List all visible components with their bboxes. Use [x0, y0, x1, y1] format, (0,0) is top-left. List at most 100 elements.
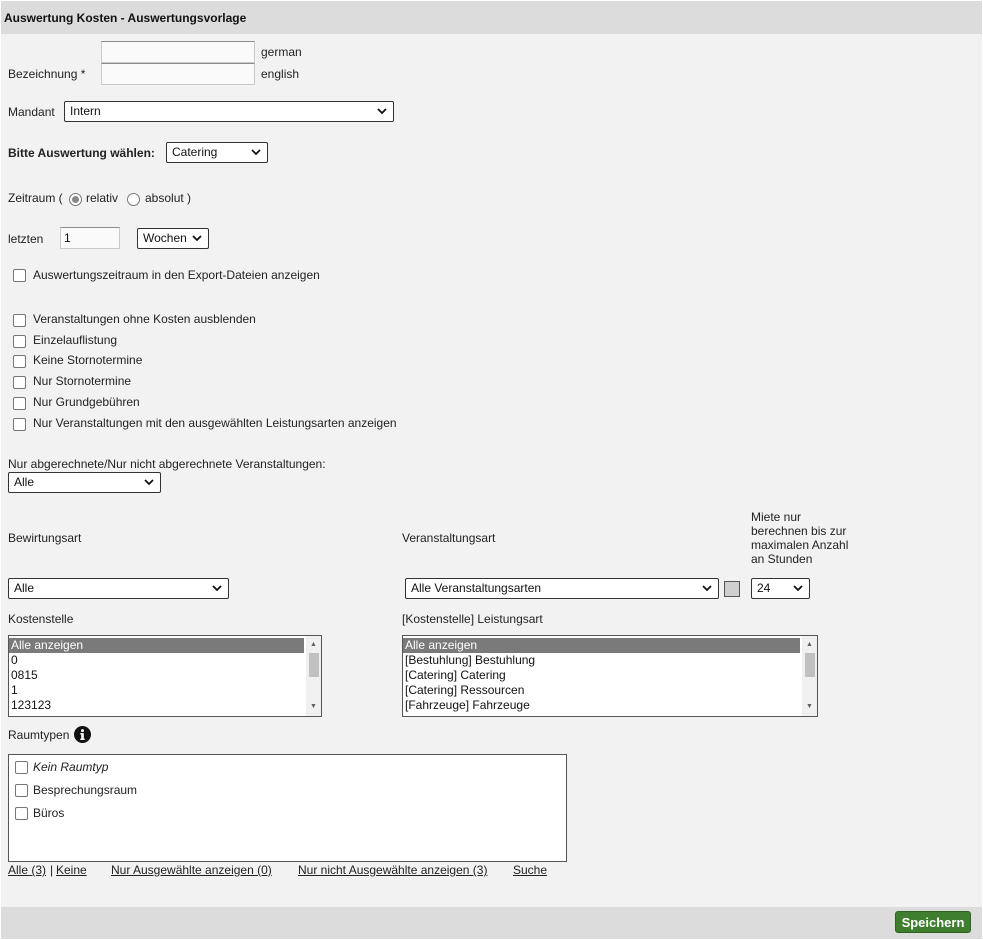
- miete-label-line: an Stunden: [751, 552, 813, 566]
- zeitraum-relativ-label: relativ: [86, 191, 119, 205]
- option-label: Keine Stornotermine: [33, 353, 143, 367]
- zeitraum-absolut-label: absolut ): [145, 191, 192, 205]
- color-swatch-button[interactable]: [724, 581, 740, 597]
- list-item[interactable]: 0815: [9, 668, 321, 683]
- scroll-thumb[interactable]: [309, 653, 319, 677]
- bezeichnung-english-input[interactable]: [101, 63, 255, 85]
- scroll-down-icon[interactable]: ▼: [802, 700, 817, 714]
- english-label: english: [261, 67, 300, 81]
- chevron-down-icon: [793, 585, 803, 592]
- export-zeitraum-checkbox[interactable]: [13, 269, 26, 282]
- auswertung-select[interactable]: Catering: [166, 142, 268, 163]
- option-checkbox[interactable]: [13, 335, 26, 348]
- kostenstelle-label: Kostenstelle: [8, 612, 74, 626]
- zeitraum-absolut-radio[interactable]: [127, 193, 140, 206]
- chevron-down-icon: [377, 108, 387, 115]
- bewirtungsart-select[interactable]: Alle: [8, 578, 229, 599]
- raumtyp-label: Kein Raumtyp: [33, 760, 109, 774]
- zeitraum-relativ-radio[interactable]: [69, 193, 82, 206]
- leistungsart-label: [Kostenstelle] Leistungsart: [402, 612, 543, 626]
- leistungsart-listbox[interactable]: Alle anzeigen [Bestuhlung] Bestuhlung [C…: [402, 635, 818, 717]
- raumtyp-checkbox[interactable]: [15, 807, 28, 820]
- auswertung-label: Bitte Auswertung wählen:: [8, 146, 155, 160]
- list-item[interactable]: 0: [9, 653, 321, 668]
- raumtyp-checkbox[interactable]: [15, 784, 28, 797]
- page-title: Auswertung Kosten - Auswertungsvorlage: [4, 11, 247, 25]
- raumtyp-label: Büros: [33, 806, 65, 820]
- show-unselected-link[interactable]: Nur nicht Ausgewählte anzeigen (3): [298, 863, 487, 877]
- option-checkbox[interactable]: [13, 397, 26, 410]
- zeitraum-label: Zeitraum (: [8, 191, 63, 205]
- mandant-select[interactable]: Intern: [64, 101, 394, 122]
- chevron-down-icon: [702, 585, 712, 592]
- kostenstelle-listbox[interactable]: Alle anzeigen 0 0815 1 123123 ▲ ▼: [8, 635, 322, 717]
- select-none-link[interactable]: Keine: [56, 863, 87, 877]
- save-button[interactable]: Speichern: [895, 911, 971, 933]
- bewirtungsart-select-value: Alle: [14, 581, 35, 595]
- letzten-unit-select[interactable]: Wochen: [137, 228, 209, 249]
- select-all-link[interactable]: Alle (3): [8, 863, 46, 877]
- list-item[interactable]: Alle anzeigen: [403, 638, 800, 653]
- option-checkbox[interactable]: [13, 355, 26, 368]
- search-link[interactable]: Suche: [513, 863, 547, 877]
- miete-stunden-value: 24: [757, 581, 771, 595]
- miete-label-line: berechnen bis zur: [751, 524, 847, 538]
- option-label: Veranstaltungen ohne Kosten ausblenden: [33, 312, 256, 326]
- raumtypen-label: Raumtypen: [8, 728, 70, 742]
- veranstaltungsart-label: Veranstaltungsart: [402, 531, 496, 545]
- list-item[interactable]: 123123: [9, 698, 321, 713]
- kostenstelle-scrollbar[interactable]: ▲ ▼: [306, 636, 321, 716]
- show-selected-link[interactable]: Nur Ausgewählte anzeigen (0): [111, 863, 272, 877]
- scroll-down-icon[interactable]: ▼: [306, 700, 321, 714]
- title-bar: Auswertung Kosten - Auswertungsvorlage: [1, 1, 982, 34]
- option-label: Nur Veranstaltungen mit den ausgewählten…: [33, 416, 397, 430]
- list-item[interactable]: 1: [9, 683, 321, 698]
- leistungsart-scrollbar[interactable]: ▲ ▼: [802, 636, 817, 716]
- form-panel: Auswertung Kosten - Auswertungsvorlage B…: [1, 1, 982, 939]
- list-item[interactable]: [Bestuhlung] Bestuhlung: [403, 653, 817, 668]
- scroll-up-icon[interactable]: ▲: [802, 638, 817, 652]
- auswertung-select-value: Catering: [172, 145, 218, 159]
- german-label: german: [261, 45, 302, 59]
- miete-label-line: Miete nur: [751, 510, 802, 524]
- list-item[interactable]: Alle anzeigen: [9, 638, 304, 653]
- abgerechnet-select[interactable]: Alle: [8, 472, 161, 493]
- miete-label: Miete nur berechnen bis zur maximalen An…: [751, 510, 848, 566]
- mandant-label: Mandant: [8, 105, 55, 119]
- raumtypen-box: Kein Raumtyp Besprechungsraum Büros: [8, 754, 567, 862]
- list-item[interactable]: [Catering] Ressourcen: [403, 683, 817, 698]
- mandant-select-value: Intern: [70, 104, 101, 118]
- option-checkbox[interactable]: [13, 314, 26, 327]
- option-label: Nur Grundgebühren: [33, 395, 140, 409]
- bezeichnung-label: Bezeichnung *: [8, 67, 86, 81]
- bezeichnung-german-input[interactable]: [101, 41, 255, 63]
- miete-label-line: maximalen Anzahl: [751, 538, 849, 552]
- letzten-label: letzten: [8, 232, 44, 246]
- scroll-thumb[interactable]: [805, 653, 815, 677]
- veranstaltungsart-select[interactable]: Alle Veranstaltungsarten: [405, 578, 719, 599]
- option-label: Einzelauflistung: [33, 333, 118, 347]
- info-icon[interactable]: [74, 726, 91, 743]
- chevron-down-icon: [144, 479, 154, 486]
- letzten-input[interactable]: [60, 227, 120, 249]
- miete-stunden-select[interactable]: 24: [751, 578, 810, 599]
- bewirtungsart-label: Bewirtungsart: [8, 531, 82, 545]
- raumtyp-checkbox[interactable]: [15, 761, 28, 774]
- veranstaltungsart-select-value: Alle Veranstaltungsarten: [411, 581, 542, 595]
- footer-bar: [1, 907, 982, 939]
- option-label: Nur Stornotermine: [33, 374, 132, 388]
- list-item[interactable]: [Catering] Catering: [403, 668, 817, 683]
- option-checkbox[interactable]: [13, 418, 26, 431]
- link-separator: |: [50, 863, 54, 877]
- option-checkbox[interactable]: [13, 376, 26, 389]
- list-item[interactable]: [Fahrzeuge] Fahrzeuge: [403, 698, 817, 713]
- abgerechnet-select-value: Alle: [14, 475, 35, 489]
- letzten-unit-value: Wochen: [143, 231, 187, 245]
- chevron-down-icon: [192, 235, 202, 242]
- scroll-up-icon[interactable]: ▲: [306, 638, 321, 652]
- raumtyp-label: Besprechungsraum: [33, 783, 138, 797]
- abgerechnet-label: Nur abgerechnete/Nur nicht abgerechnete …: [8, 457, 326, 471]
- chevron-down-icon: [212, 585, 222, 592]
- chevron-down-icon: [251, 149, 261, 156]
- export-zeitraum-label: Auswertungszeitraum in den Export-Dateie…: [33, 268, 320, 282]
